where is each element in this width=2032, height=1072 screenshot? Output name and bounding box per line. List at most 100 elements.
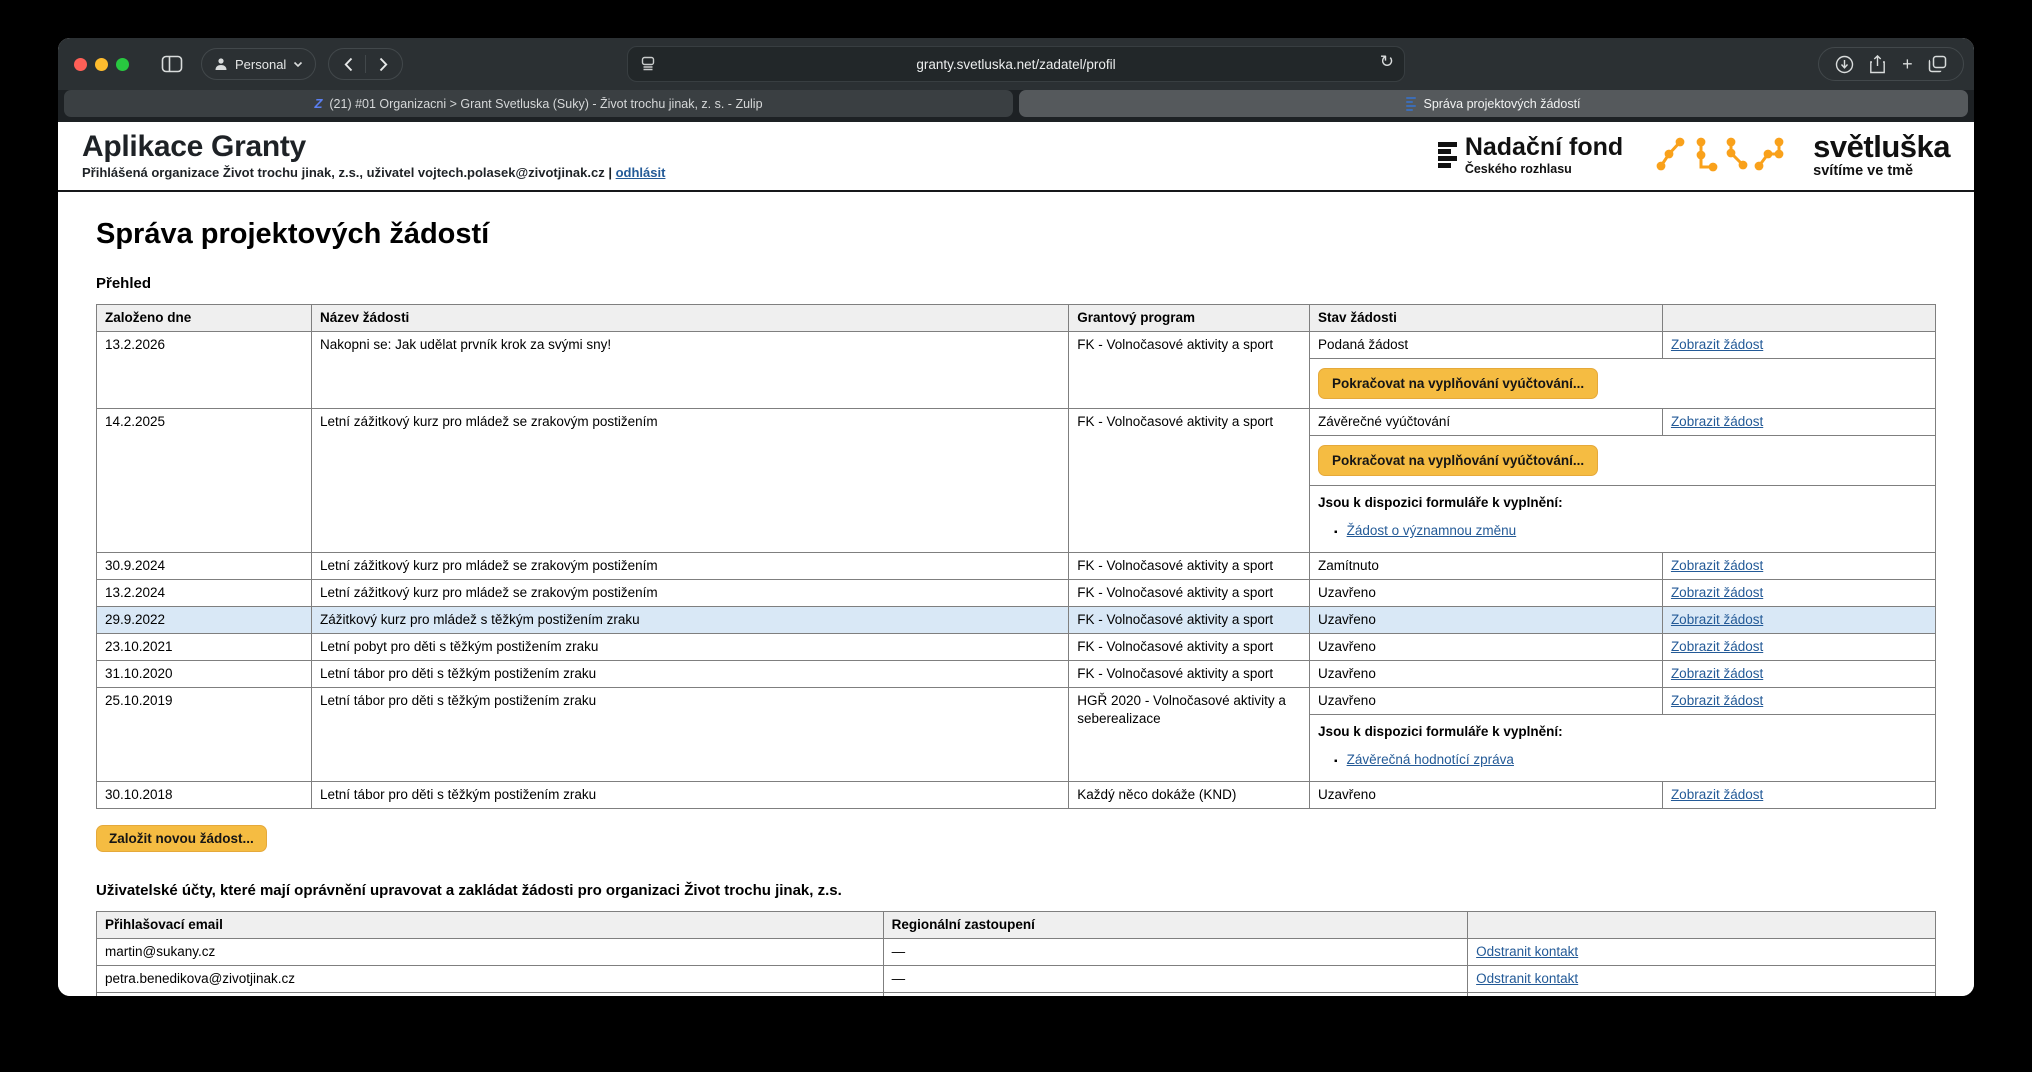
- column-header-actions: [1663, 305, 1935, 332]
- request-date: 14.2.2025: [97, 409, 312, 553]
- column-header-status: Stav žádosti: [1310, 305, 1663, 332]
- zoom-window-button[interactable]: [116, 58, 129, 71]
- tab-zulip[interactable]: Z (21) #01 Organizacni > Grant Svetluska…: [64, 90, 1013, 117]
- forward-button[interactable]: [366, 49, 400, 79]
- table-row: vojtech.polasek@zivotjinak.cz—: [97, 993, 1935, 996]
- tab-sprava-zadosti[interactable]: Správa projektových žádostí: [1019, 90, 1968, 117]
- request-status: Uzavřeno: [1310, 607, 1663, 634]
- sidebar-toggle-button[interactable]: [155, 48, 189, 80]
- request-date: 31.10.2020: [97, 661, 312, 688]
- continue-filling-button[interactable]: Pokračovat na vyplňování vyúčtování...: [1318, 445, 1598, 476]
- page-content: Správa projektových žádostí Přehled Zalo…: [58, 192, 1974, 996]
- downloads-button[interactable]: [1835, 55, 1854, 74]
- column-header-email: Přihlašovací email: [97, 912, 884, 939]
- view-request-cell: Zobrazit žádost: [1663, 553, 1935, 580]
- close-window-button[interactable]: [74, 58, 87, 71]
- view-request-link[interactable]: Zobrazit žádost: [1671, 558, 1763, 573]
- forms-available-label: Jsou k dispozici formuláře k vyplnění:: [1318, 494, 1927, 512]
- request-status: Závěrečné vyúčtování: [1310, 409, 1663, 436]
- request-name: Letní zážitkový kurz pro mládež se zrako…: [312, 580, 1069, 607]
- request-program: FK - Volnočasové aktivity a sport: [1069, 553, 1310, 580]
- tab-label: (21) #01 Organizacni > Grant Svetluska (…: [329, 97, 762, 111]
- form-list-item: ▪Závěrečná hodnotící zpráva: [1334, 751, 1927, 771]
- requests-table: Založeno dne Název žádosti Grantový prog…: [96, 304, 1936, 809]
- remove-contact-link[interactable]: Odstranit kontakt: [1476, 944, 1578, 959]
- login-info: Přihlášená organizace Život trochu jinak…: [82, 165, 612, 180]
- remove-contact-cell: Odstranit kontakt: [1468, 939, 1935, 966]
- tab-overview-button[interactable]: [1928, 55, 1947, 73]
- request-program: Každý něco dokáže (KND): [1069, 782, 1310, 809]
- remove-contact-cell: [1468, 993, 1935, 996]
- download-icon: [1835, 55, 1854, 74]
- request-program: FK - Volnočasové aktivity a sport: [1069, 580, 1310, 607]
- accounts-table: Přihlašovací email Regionální zastoupení…: [96, 911, 1936, 996]
- back-button[interactable]: [331, 49, 365, 79]
- view-request-link[interactable]: Zobrazit žádost: [1671, 612, 1763, 627]
- table-row: 30.9.2024Letní zážitkový kurz pro mládež…: [97, 553, 1935, 580]
- nf-logo-subtext: Českého rozhlasu: [1465, 162, 1623, 176]
- request-date: 30.10.2018: [97, 782, 312, 809]
- navigation-buttons: [328, 48, 403, 80]
- request-name: Zážitkový kurz pro mládež s těžkým posti…: [312, 607, 1069, 634]
- profile-switcher[interactable]: Personal: [201, 48, 316, 80]
- request-status: Zamítnuto: [1310, 553, 1663, 580]
- page-title: Správa projektových žádostí: [96, 218, 1936, 251]
- view-request-link[interactable]: Zobrazit žádost: [1671, 693, 1763, 708]
- view-request-link[interactable]: Zobrazit žádost: [1671, 414, 1763, 429]
- continue-filling-button[interactable]: Pokračovat na vyplňování vyúčtování...: [1318, 368, 1598, 399]
- request-name: Letní zážitkový kurz pro mládež se zrako…: [312, 409, 1069, 553]
- request-name: Letní tábor pro děti s těžkým postižením…: [312, 782, 1069, 809]
- column-header-remove: [1468, 912, 1935, 939]
- column-header-program: Grantový program: [1069, 305, 1310, 332]
- minimize-window-button[interactable]: [95, 58, 108, 71]
- request-date: 29.9.2022: [97, 607, 312, 634]
- form-link[interactable]: Závěrečná hodnotící zpráva: [1347, 752, 1514, 767]
- view-request-link[interactable]: Zobrazit žádost: [1671, 585, 1763, 600]
- request-date: 23.10.2021: [97, 634, 312, 661]
- request-program: FK - Volnočasové aktivity a sport: [1069, 634, 1310, 661]
- requests-table-header: Založeno dne Název žádosti Grantový prog…: [97, 305, 1935, 332]
- view-request-cell: Zobrazit žádost: [1663, 634, 1935, 661]
- table-row: martin@sukany.cz—Odstranit kontakt: [97, 939, 1935, 966]
- request-status: Uzavřeno: [1310, 580, 1663, 607]
- view-request-link[interactable]: Zobrazit žádost: [1671, 337, 1763, 352]
- table-row: 23.10.2021Letní pobyt pro děti s těžkým …: [97, 634, 1935, 661]
- browser-window: Personal: [58, 38, 1974, 996]
- view-request-link[interactable]: Zobrazit žádost: [1671, 787, 1763, 802]
- request-name: Letní tábor pro děti s těžkým postižením…: [312, 688, 1069, 782]
- page-settings-icon[interactable]: [640, 55, 656, 71]
- firefly-constellation-icon: [1653, 133, 1803, 177]
- new-tab-button[interactable]: +: [1902, 55, 1913, 73]
- request-status: Uzavřeno: [1310, 661, 1663, 688]
- continue-cell: Pokračovat na vyplňování vyúčtování...: [1310, 436, 1935, 486]
- url-text: granty.svetluska.net/zadatel/profil: [916, 57, 1115, 72]
- tab-label: Správa projektových žádostí: [1423, 97, 1580, 111]
- remove-contact-link[interactable]: Odstranit kontakt: [1476, 971, 1578, 986]
- request-name: Nakopni se: Jak udělat prvník krok za sv…: [312, 332, 1069, 409]
- chevron-down-icon: [293, 61, 303, 68]
- view-request-cell: Zobrazit žádost: [1663, 409, 1935, 436]
- sv-logo-subtext: svítíme ve tmě: [1813, 163, 1950, 179]
- czech-radio-bars-icon: [1438, 142, 1457, 168]
- request-date: 13.2.2026: [97, 332, 312, 409]
- request-status: Uzavřeno: [1310, 688, 1663, 715]
- table-row: 29.9.2022Zážitkový kurz pro mládež s těž…: [97, 607, 1935, 634]
- address-bar[interactable]: granty.svetluska.net/zadatel/profil ↻: [627, 46, 1405, 82]
- form-link[interactable]: Žádost o významnou změnu: [1347, 523, 1517, 538]
- share-button[interactable]: [1869, 55, 1886, 74]
- remove-contact-cell: Odstranit kontakt: [1468, 966, 1935, 993]
- logout-link[interactable]: odhlásit: [616, 165, 666, 180]
- chevron-left-icon: [344, 57, 353, 72]
- view-request-link[interactable]: Zobrazit žádost: [1671, 666, 1763, 681]
- request-program: FK - Volnočasové aktivity a sport: [1069, 332, 1310, 409]
- reload-button[interactable]: ↻: [1380, 52, 1394, 72]
- new-request-button[interactable]: Založit novou žádost...: [96, 825, 267, 852]
- view-request-link[interactable]: Zobrazit žádost: [1671, 639, 1763, 654]
- chevron-right-icon: [379, 57, 388, 72]
- column-header-date: Založeno dne: [97, 305, 312, 332]
- nadacni-fond-logo: Nadační fond Českého rozhlasu: [1438, 135, 1623, 176]
- forms-available-label: Jsou k dispozici formuláře k vyplnění:: [1318, 723, 1927, 741]
- app-title: Aplikace Granty: [82, 130, 665, 164]
- account-email: petra.benedikova@zivotjinak.cz: [97, 966, 884, 993]
- zulip-favicon: Z: [314, 96, 322, 111]
